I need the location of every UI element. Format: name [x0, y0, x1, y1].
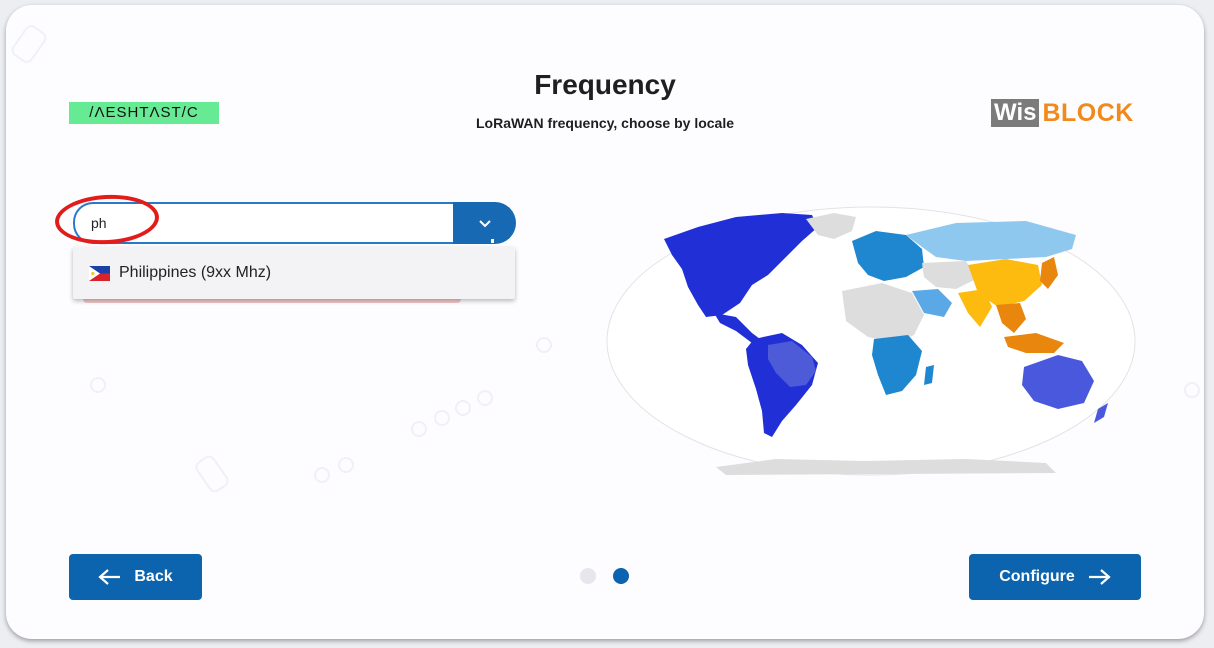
setup-window: /ΛESHTΛST/C Wis BLOCK Frequency LoRaWAN … — [6, 5, 1204, 639]
arrow-right-icon — [1088, 569, 1111, 585]
chevron-down-icon — [478, 219, 491, 227]
philippines-flag-icon — [89, 265, 110, 281]
back-button[interactable]: Back — [69, 554, 202, 600]
map-region-antarctica — [716, 459, 1056, 475]
cursor-mark-icon — [491, 239, 494, 243]
dropdown-option-philippines[interactable]: Philippines (9xx Mhz) — [73, 247, 515, 299]
dropdown-toggle-button[interactable] — [453, 202, 516, 244]
page-title: Frequency — [534, 69, 676, 100]
back-button-label: Back — [134, 568, 173, 585]
configure-button-label: Configure — [999, 568, 1075, 585]
page-subtitle: LoRaWAN frequency, choose by locale — [475, 115, 735, 131]
pagination-dot-1[interactable] — [580, 568, 596, 584]
dropdown-underlay — [83, 299, 461, 303]
arrow-left-icon — [98, 569, 121, 585]
pagination-dot-2[interactable] — [613, 568, 629, 584]
dropdown-option-label: Philippines (9xx Mhz) — [119, 264, 272, 281]
world-frequency-map — [606, 206, 1136, 476]
configure-button[interactable]: Configure — [969, 554, 1141, 600]
